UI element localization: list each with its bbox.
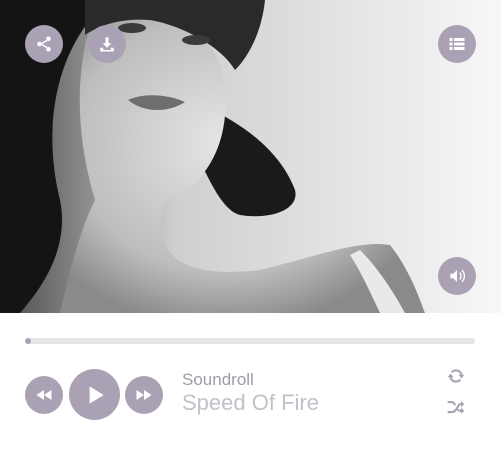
repeat-icon [447, 369, 465, 383]
artwork-photo [0, 0, 501, 313]
backward-icon [36, 390, 52, 400]
download-button[interactable] [88, 25, 126, 63]
play-icon [89, 385, 104, 404]
track-artist: Soundroll [182, 370, 254, 389]
previous-button[interactable] [25, 376, 63, 414]
volume-icon [450, 269, 466, 283]
next-button[interactable] [125, 376, 163, 414]
repeat-button[interactable] [446, 366, 466, 386]
share-button[interactable] [25, 25, 63, 63]
playlist-icon [449, 38, 465, 50]
audio-player: Soundroll Speed Of Fire [0, 0, 501, 450]
download-icon [100, 37, 114, 52]
volume-button[interactable] [438, 257, 476, 295]
shuffle-icon [447, 401, 465, 414]
forward-icon [136, 390, 152, 400]
progress-bar[interactable] [25, 338, 475, 344]
album-artwork [0, 0, 501, 313]
share-icon [37, 36, 51, 52]
track-title: Speed Of Fire [182, 390, 319, 415]
shuffle-button[interactable] [446, 396, 466, 416]
progress-fill [25, 338, 31, 344]
playlist-button[interactable] [438, 25, 476, 63]
play-button[interactable] [69, 369, 120, 420]
